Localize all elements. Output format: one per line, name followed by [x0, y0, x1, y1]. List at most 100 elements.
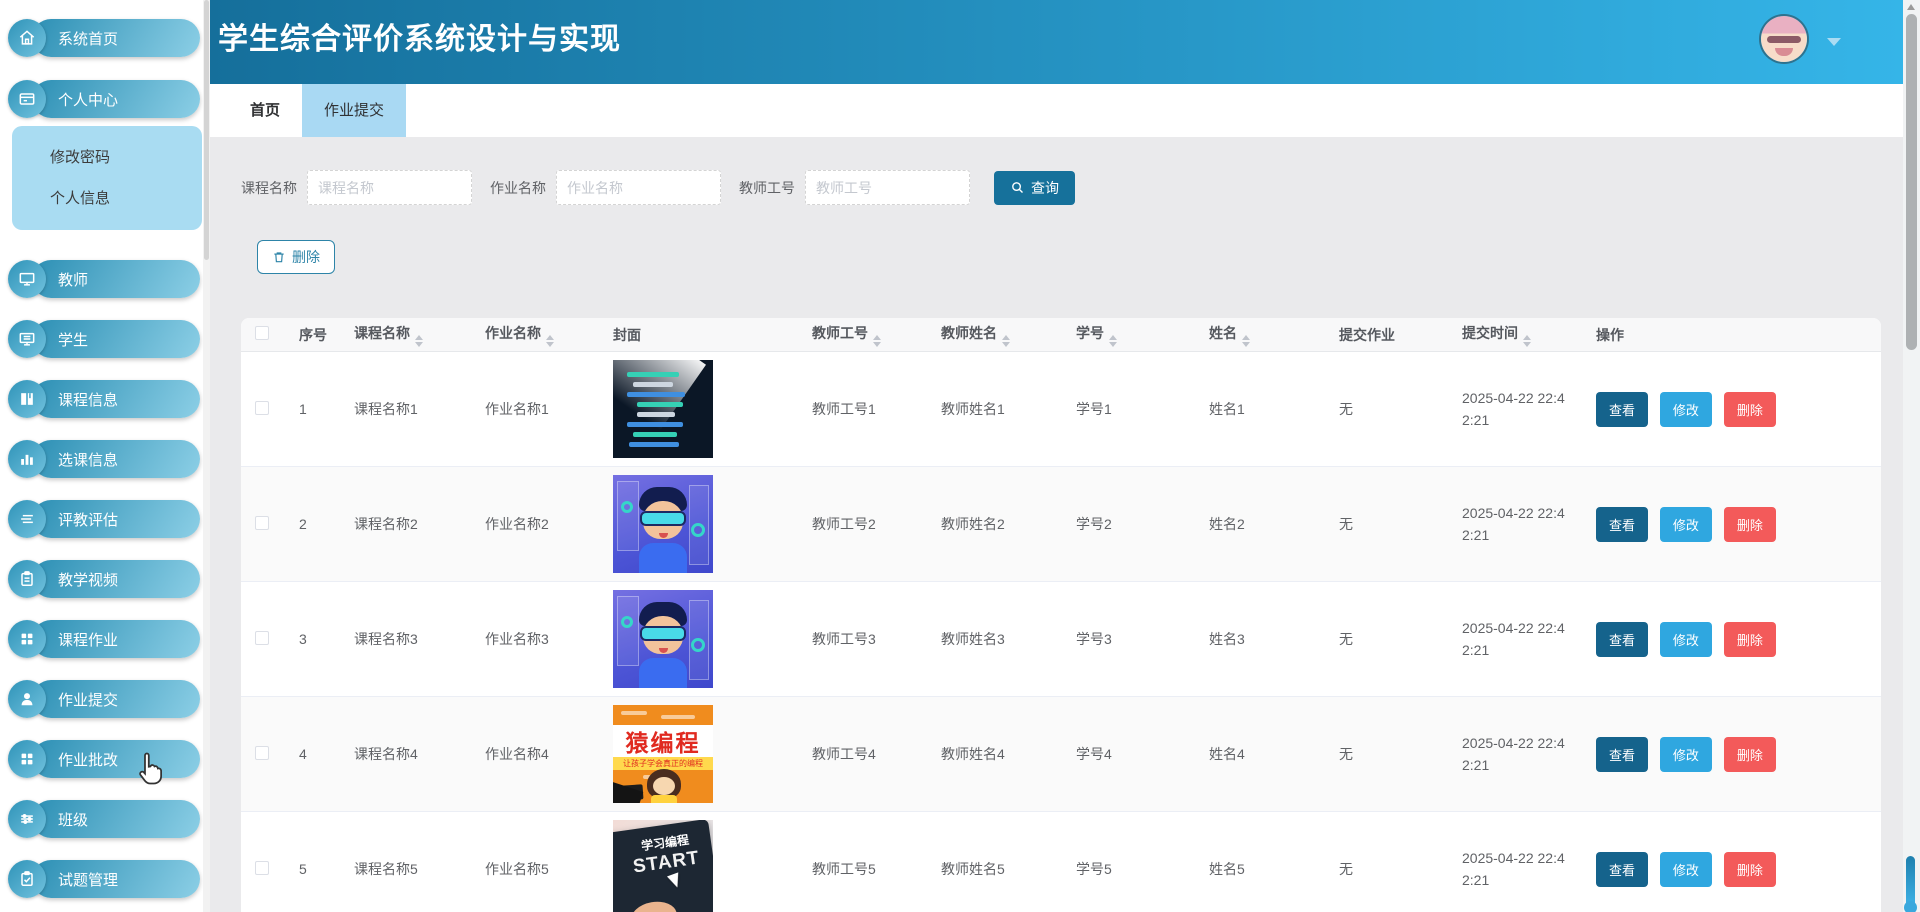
sidebar-item-teacher[interactable]: 教师	[8, 259, 200, 299]
chevron-down-icon[interactable]	[1827, 38, 1841, 46]
search-icon	[1010, 180, 1025, 195]
col-teacher-name[interactable]: 教师姓名	[933, 323, 1068, 347]
teacher-id: 教师工号1	[804, 399, 933, 419]
sidebar-item-student[interactable]: 学生	[8, 319, 200, 359]
sidebar-scrollbar[interactable]	[203, 0, 210, 912]
sidebar-item-course-selection[interactable]: 选课信息	[8, 439, 200, 479]
page-scrollbar-thumb[interactable]	[1906, 14, 1917, 350]
table-header-row: 序号 课程名称 作业名称 封面 教师工号 教师姓名 学号 姓名 提交作业 提交时…	[241, 318, 1881, 352]
view-button[interactable]: 查看	[1596, 852, 1648, 887]
submitted-status: 无	[1331, 399, 1454, 419]
row-checkbox[interactable]	[255, 516, 269, 530]
sidebar-subitem-personal-info[interactable]: 个人信息	[50, 187, 110, 208]
row-checkbox[interactable]	[255, 746, 269, 760]
edit-button[interactable]: 修改	[1660, 852, 1712, 887]
sidebar-item-course-homework[interactable]: 课程作业	[8, 619, 200, 659]
student-id: 学号5	[1068, 859, 1201, 879]
sidebar-item-label: 学生	[32, 320, 200, 358]
teacher-id: 教师工号5	[804, 859, 933, 879]
student-id: 学号1	[1068, 399, 1201, 419]
col-time[interactable]: 提交时间	[1454, 323, 1588, 347]
col-actions: 操作	[1588, 325, 1881, 345]
sidebar-scrollbar-thumb[interactable]	[204, 0, 209, 260]
homework-name-input[interactable]	[556, 170, 721, 205]
tab-home[interactable]: 首页	[228, 84, 302, 137]
sidebar-item-label: 班级	[32, 800, 200, 838]
sidebar-item-personal-center[interactable]: 个人中心	[8, 79, 200, 119]
scroll-up-arrow-icon[interactable]	[1907, 4, 1915, 10]
page-title: 学生综合评价系统设计与实现	[218, 0, 621, 80]
edit-button[interactable]: 修改	[1660, 392, 1712, 427]
view-button[interactable]: 查看	[1596, 392, 1648, 427]
submitted-status: 无	[1331, 514, 1454, 534]
sidebar-item-class[interactable]: 班级	[8, 799, 200, 839]
sidebar-item-teaching-video[interactable]: 教学视频	[8, 559, 200, 599]
view-button[interactable]: 查看	[1596, 622, 1648, 657]
teacher-name: 教师姓名5	[933, 859, 1068, 879]
col-homework[interactable]: 作业名称	[477, 323, 605, 347]
course-name-input[interactable]	[307, 170, 472, 205]
col-course[interactable]: 课程名称	[346, 323, 477, 347]
sidebar-item-system-home[interactable]: 系统首页	[8, 18, 200, 58]
cover-title-text: 猿编程	[626, 724, 701, 758]
edit-button[interactable]: 修改	[1660, 507, 1712, 542]
teacher-id-input[interactable]	[805, 170, 970, 205]
table-row: 2 课程名称2 作业名称2 教师工号2 教师姓名2 学号2 姓名2	[241, 467, 1881, 582]
edit-button[interactable]: 修改	[1660, 737, 1712, 772]
sidebar-item-course-info[interactable]: 课程信息	[8, 379, 200, 419]
sidebar-submenu: 修改密码 个人信息	[12, 126, 202, 230]
sidebar-subitem-change-password[interactable]: 修改密码	[50, 146, 110, 167]
cover-tagline-text: 让孩子学会真正的编程	[623, 758, 703, 769]
cover-image: 猿编程 让孩子学会真正的编程	[613, 705, 713, 803]
user-avatar[interactable]	[1761, 16, 1807, 62]
view-button[interactable]: 查看	[1596, 737, 1648, 772]
sort-icon[interactable]	[1109, 335, 1117, 347]
select-all-checkbox[interactable]	[255, 326, 269, 340]
page-scrollbar[interactable]	[1903, 0, 1920, 912]
sort-icon[interactable]	[415, 335, 423, 347]
sort-icon[interactable]	[1242, 335, 1250, 347]
sort-icon[interactable]	[546, 335, 554, 347]
sidebar-item-homework-grading[interactable]: 作业批改	[8, 739, 200, 779]
sidebar-item-label: 课程作业	[32, 620, 200, 658]
sidebar-item-question-bank[interactable]: 试题管理	[8, 859, 200, 899]
clipboard-check-icon	[8, 860, 46, 898]
batch-delete-button[interactable]: 删除	[257, 240, 335, 274]
delete-button[interactable]: 删除	[1724, 737, 1776, 772]
col-teacher-id[interactable]: 教师工号	[804, 323, 933, 347]
row-checkbox[interactable]	[255, 401, 269, 415]
col-cover: 封面	[605, 325, 804, 345]
blue-scroll-indicator[interactable]	[1906, 856, 1915, 908]
sort-icon[interactable]	[873, 335, 881, 347]
sidebar-item-label: 教师	[32, 260, 200, 298]
delete-button[interactable]: 删除	[1724, 852, 1776, 887]
sidebar-item-homework-submit[interactable]: 作业提交	[8, 679, 200, 719]
delete-button[interactable]: 删除	[1724, 622, 1776, 657]
view-button[interactable]: 查看	[1596, 507, 1648, 542]
delete-button[interactable]: 删除	[1724, 392, 1776, 427]
submitted-status: 无	[1331, 629, 1454, 649]
teacher-name: 教师姓名3	[933, 629, 1068, 649]
delete-button[interactable]: 删除	[1724, 507, 1776, 542]
student-id: 学号2	[1068, 514, 1201, 534]
sidebar-item-label: 评教评估	[32, 500, 200, 538]
col-student-name[interactable]: 姓名	[1201, 323, 1331, 347]
table-row: 5 课程名称5 作业名称5 学习编程 START 教师工号5 教师姓名5 学号5…	[241, 812, 1881, 912]
submit-time: 2025-04-22 22:42:21	[1462, 847, 1574, 892]
sidebar-item-evaluation[interactable]: 评教评估	[8, 499, 200, 539]
row-index: 4	[291, 746, 346, 762]
row-index: 5	[291, 861, 346, 877]
sidebar-item-label: 系统首页	[32, 19, 200, 57]
edit-button[interactable]: 修改	[1660, 622, 1712, 657]
col-student-id[interactable]: 学号	[1068, 323, 1201, 347]
sort-icon[interactable]	[1002, 335, 1010, 347]
sidebar-item-label: 作业提交	[32, 680, 200, 718]
row-checkbox[interactable]	[255, 631, 269, 645]
course-name: 课程名称1	[346, 399, 477, 419]
row-checkbox[interactable]	[255, 861, 269, 875]
query-button[interactable]: 查询	[994, 171, 1075, 205]
tab-homework-submit[interactable]: 作业提交	[302, 84, 406, 137]
sort-icon[interactable]	[1523, 335, 1531, 347]
course-name: 课程名称4	[346, 744, 477, 764]
sidebar-item-label: 个人中心	[32, 80, 200, 118]
